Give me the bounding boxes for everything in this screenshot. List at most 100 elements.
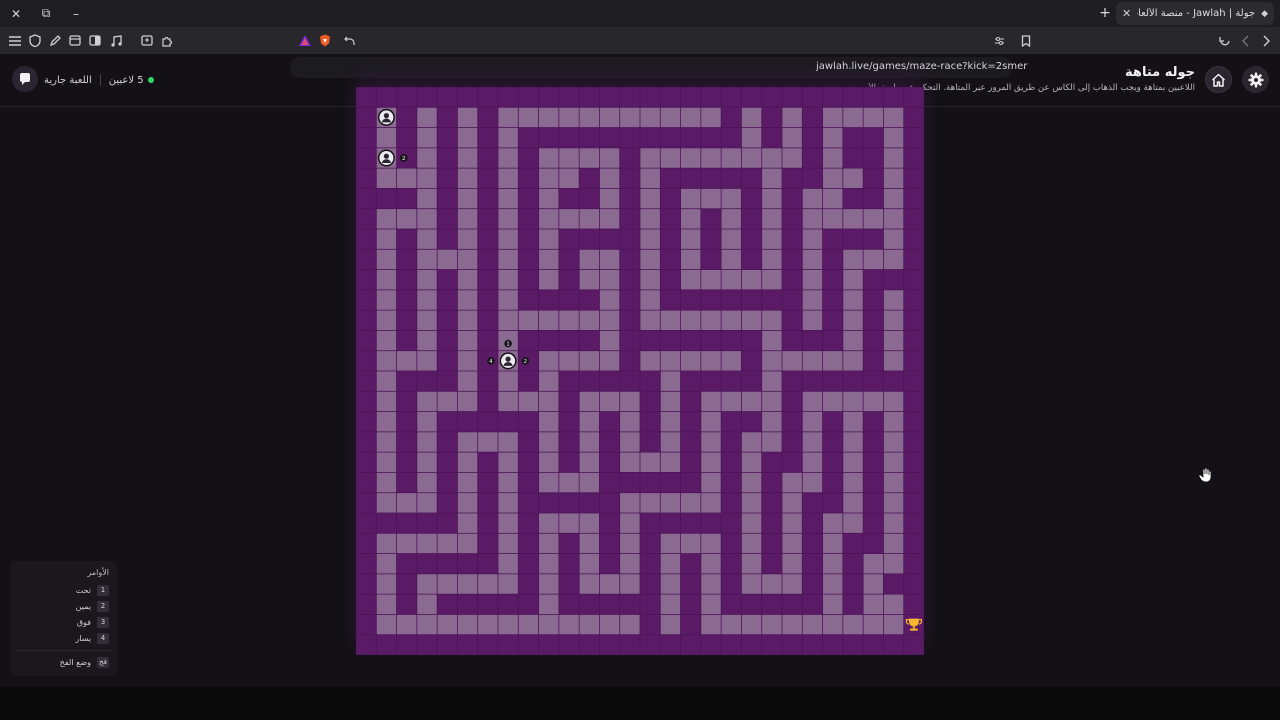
maze-board[interactable]: 2 1 4 2 (356, 87, 924, 655)
maze-path-cell (417, 594, 437, 615)
maze-wall-cell (356, 310, 376, 331)
maze-path-cell (701, 269, 721, 290)
maze-path-cell (396, 351, 417, 371)
window-icon[interactable] (65, 31, 84, 50)
maze-wall-cell (559, 411, 579, 432)
maze-wall-cell (518, 188, 539, 209)
maze-wall-cell (518, 432, 539, 452)
maze-path-cell (498, 472, 518, 493)
extension-icon[interactable] (157, 31, 176, 50)
maze-path-cell (863, 553, 884, 574)
pen-icon[interactable] (45, 31, 64, 50)
maze-path-cell (802, 391, 823, 412)
maze-path-cell (701, 614, 721, 635)
maze-path-cell (782, 513, 802, 533)
minimize-icon[interactable]: – (64, 3, 88, 25)
maze-path-cell (498, 249, 518, 270)
maze-path-cell (802, 290, 823, 310)
maze-wall-cell (660, 330, 681, 351)
maze-wall-cell (396, 127, 417, 148)
maze-path-cell (457, 127, 478, 148)
maze-wall-cell (843, 635, 863, 655)
maze-wall-cell (680, 553, 701, 574)
maze-wall-cell (843, 574, 863, 594)
maze-wall-cell (599, 127, 620, 148)
maze-path-cell (802, 432, 823, 452)
maze-wall-cell (437, 411, 458, 432)
maze-wall-cell (802, 553, 823, 574)
jawlah-favicon-icon: ◆ (1261, 8, 1268, 19)
maze-wall-cell (904, 371, 924, 391)
maze-path-cell (741, 472, 762, 493)
maze-path-cell (762, 249, 782, 270)
restore-icon[interactable]: ⧉ (34, 3, 58, 25)
maze-path-cell (640, 351, 660, 371)
menu-icon[interactable] (5, 31, 24, 50)
maze-path-cell (478, 432, 498, 452)
back-icon[interactable] (1236, 31, 1255, 50)
maze-wall-cell (599, 452, 620, 473)
command-row: 4 يسار (75, 632, 109, 644)
live-dot-icon (147, 76, 154, 83)
maze-path-cell (701, 533, 721, 554)
music-icon[interactable] (106, 31, 125, 50)
forward-icon[interactable] (1256, 31, 1275, 50)
maze-wall-cell (396, 513, 417, 533)
browser-tab[interactable]: ◆ جولة | Jawlah - منصة الألعاب التفا ✕ (1116, 2, 1274, 25)
bookmark-icon[interactable] (1016, 31, 1035, 50)
maze-wall-cell (782, 269, 802, 290)
maze-path-cell (802, 614, 823, 635)
maze-grid[interactable]: 2 1 4 2 (356, 87, 924, 655)
player-avatar-icon[interactable] (377, 108, 395, 126)
maze-path-cell (538, 391, 559, 412)
maze-wall-cell (762, 107, 782, 128)
maze-wall-cell (437, 594, 458, 615)
sidebar-icon[interactable] (85, 31, 104, 50)
maze-wall-cell (437, 107, 458, 128)
screenshot-icon[interactable] (137, 31, 156, 50)
close-icon[interactable]: ✕ (4, 3, 28, 25)
jawlah-logo-icon[interactable] (12, 66, 38, 92)
maze-path-cell (741, 493, 762, 513)
share-icon[interactable] (340, 31, 359, 50)
reload-icon[interactable] (1215, 31, 1234, 50)
maze-path-cell (843, 269, 863, 290)
maze-path-cell (660, 452, 681, 473)
player-avatar-icon[interactable] (499, 352, 517, 370)
maze-wall-cell (640, 472, 660, 493)
site-settings-icon[interactable] (990, 31, 1009, 50)
maze-path-cell (883, 452, 904, 473)
maze-wall-cell (701, 635, 721, 655)
maze-wall-cell (478, 513, 498, 533)
maze-wall-cell (579, 594, 600, 615)
maze-path-cell (680, 493, 701, 513)
maze-path-cell (680, 209, 701, 229)
maze-path-cell (457, 249, 478, 270)
tab-close-icon[interactable]: ✕ (1122, 7, 1131, 20)
maze-wall-cell (782, 249, 802, 270)
maze-path-cell (498, 188, 518, 209)
brave-shields-icon[interactable] (315, 31, 334, 50)
maze-wall-cell (538, 87, 559, 107)
maze-wall-cell (904, 310, 924, 331)
maze-wall-cell (356, 472, 376, 493)
maze-path-cell (457, 290, 478, 310)
maze-wall-cell (762, 594, 782, 615)
maze-path-cell (680, 148, 701, 168)
maze-wall-cell (782, 330, 802, 351)
player-avatar-icon[interactable] (377, 149, 395, 167)
maze-path-cell (457, 513, 478, 533)
new-tab-button[interactable]: + (1096, 4, 1114, 22)
settings-button[interactable] (1242, 66, 1269, 93)
maze-wall-cell (396, 87, 417, 107)
maze-path-cell (762, 614, 782, 635)
maze-path-cell (538, 351, 559, 371)
brave-rewards-icon[interactable] (295, 31, 314, 50)
maze-wall-cell (396, 391, 417, 412)
home-button[interactable] (1205, 66, 1232, 93)
maze-wall-cell (660, 249, 681, 270)
maze-wall-cell (741, 371, 762, 391)
maze-path-cell (843, 351, 863, 371)
shield-icon[interactable] (25, 31, 44, 50)
maze-wall-cell (721, 594, 742, 615)
